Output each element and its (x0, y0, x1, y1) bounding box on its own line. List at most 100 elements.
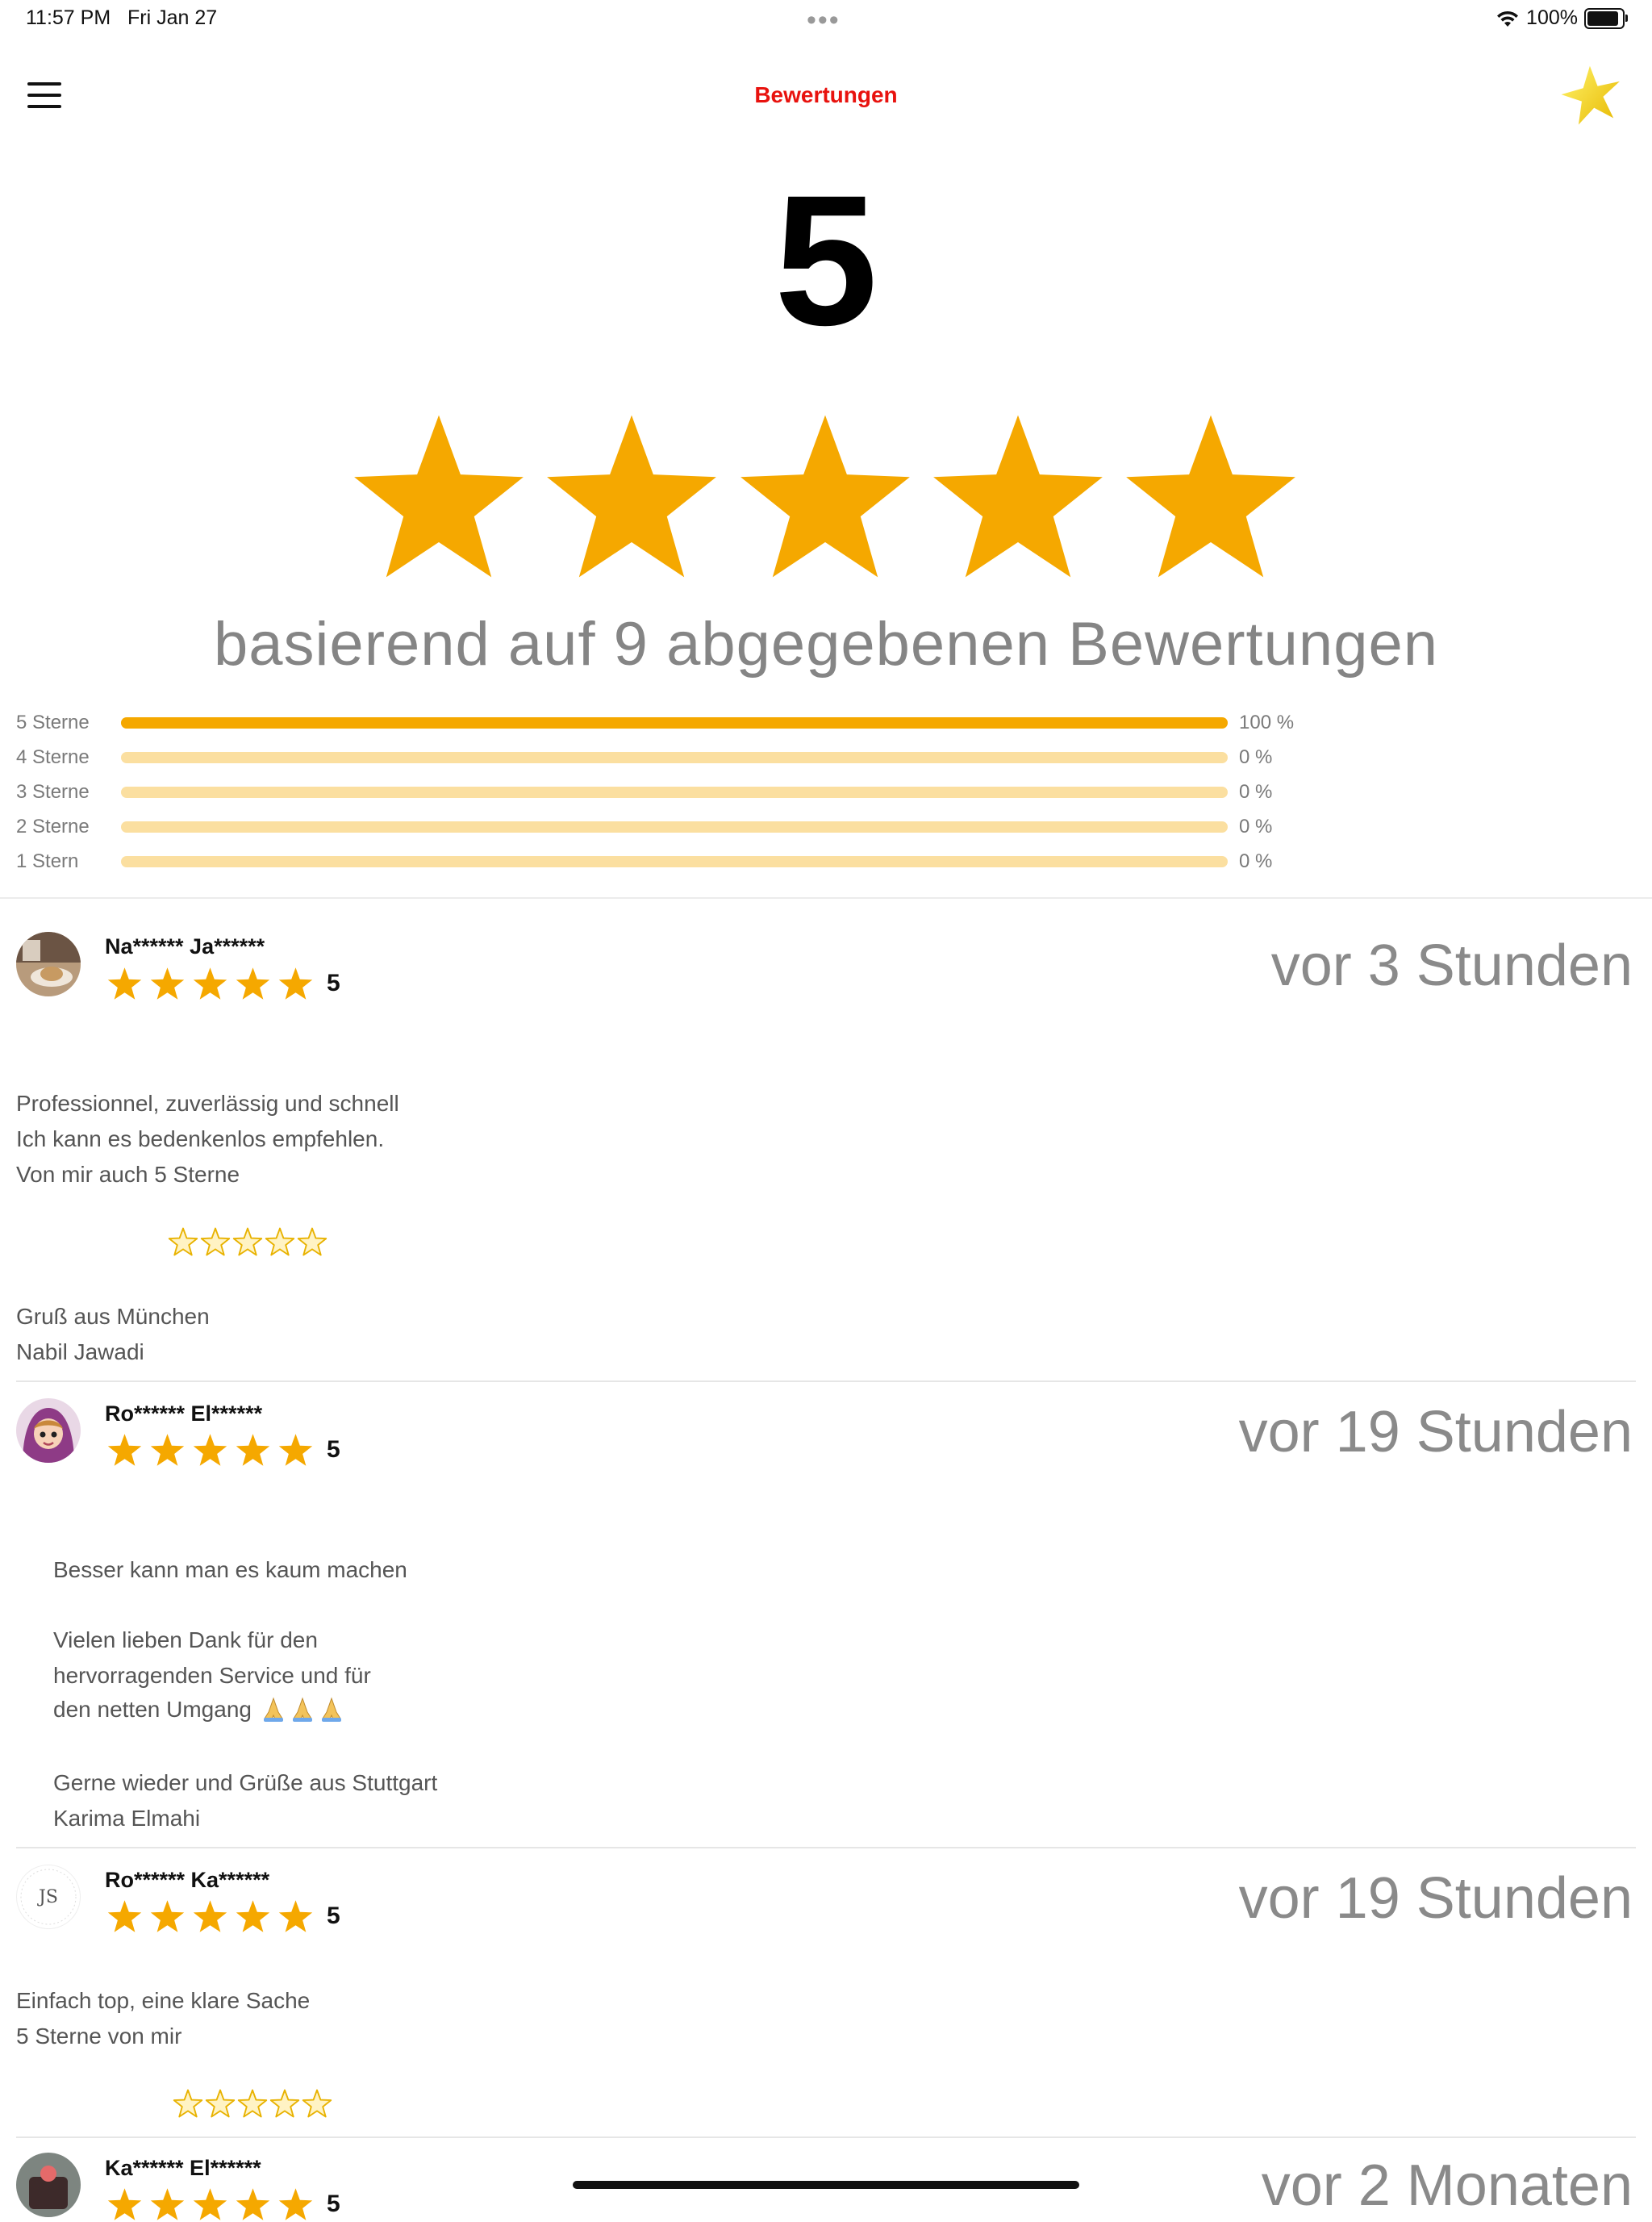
rating-bar-track (121, 787, 1228, 798)
folded-hands-icon (292, 1697, 312, 1722)
outline-stars-emoji (173, 2089, 332, 2118)
home-indicator[interactable] (573, 2181, 1079, 2189)
rating-bar-percent: 0 % (1239, 816, 1273, 837)
outline-stars-emoji (168, 1227, 327, 1256)
rating-bar-row: 5 Sterne 100 % (16, 711, 1323, 735)
star-icon (150, 2188, 185, 2220)
star-icon (150, 967, 185, 1000)
folded-hands-icon (260, 1696, 345, 1723)
review-rating: 5 (327, 1902, 340, 1929)
star-icon (205, 2089, 236, 2118)
cake-avatar[interactable] (16, 2153, 81, 2217)
review-text: Einfach top, eine klare Sache 5 Sterne v… (16, 1988, 311, 2049)
battery-percent: 100% (1526, 6, 1578, 29)
reviewer-name: Ka****** El****** (105, 2156, 261, 2180)
star-icon (236, 2188, 270, 2220)
star-icon (297, 1227, 327, 1256)
review-stars: 5 (106, 966, 340, 1001)
star-icon (193, 1900, 227, 1932)
star-icon (107, 1434, 142, 1466)
star-icon (193, 1434, 227, 1466)
star-icon (107, 2188, 142, 2220)
review-stars: 5 (106, 2186, 340, 2222)
review-time: vor 19 Stunden (1238, 1866, 1633, 1931)
review-signature: Gerne wieder und Grüße aus Stuttgart Kar… (53, 1770, 438, 1831)
star-icon (232, 1227, 263, 1256)
rating-bar-track (121, 856, 1228, 867)
star-icon (932, 415, 1103, 578)
multitasking-dots-icon[interactable]: ••• (807, 5, 841, 36)
review-text: den netten Umgang (53, 1697, 252, 1722)
star-icon (278, 967, 313, 1000)
rating-bar-track (121, 752, 1228, 763)
status-time: 11:57 PM Fri Jan 27 (26, 6, 218, 29)
review-separator (16, 1847, 1636, 1848)
review-separator (16, 1380, 1636, 1382)
review-rating: 5 (327, 2191, 340, 2217)
review-time: vor 2 Monaten (1261, 2153, 1633, 2218)
svg-text:JS: JS (37, 1887, 58, 1907)
wifi-icon (1497, 10, 1519, 27)
star-icon (200, 1227, 231, 1256)
rating-bar-fill (121, 717, 1228, 729)
review-separator (16, 2136, 1636, 2138)
rating-bar-percent: 100 % (1239, 712, 1295, 733)
review-time: vor 19 Stunden (1238, 1400, 1633, 1464)
review-time: vor 3 Stunden (1270, 933, 1633, 998)
page-title: Bewertungen (754, 82, 898, 107)
folded-hands-icon (263, 1697, 283, 1722)
star-icon (278, 1434, 313, 1466)
star-logo-icon[interactable] (1557, 63, 1625, 127)
review-signature: Gruß aus München Nabil Jawadi (16, 1304, 210, 1364)
rating-bar-track (121, 717, 1228, 729)
star-icon (265, 1227, 295, 1256)
reviewer-name: Ro****** Ka****** (105, 1868, 270, 1892)
star-icon (107, 967, 142, 1000)
review-rating: 5 (327, 970, 340, 996)
rating-bar-percent: 0 % (1239, 781, 1273, 803)
star-icon (236, 1434, 270, 1466)
cartoon-avatar[interactable] (16, 1398, 81, 1463)
rating-bar-percent: 0 % (1239, 850, 1273, 872)
folded-hands-icon (321, 1697, 341, 1722)
star-icon (740, 415, 910, 578)
review-stars: 5 (106, 1898, 340, 1934)
reviewer-name: Ro****** El****** (105, 1401, 263, 1426)
star-icon (269, 2089, 300, 2118)
rating-bar-row: 4 Sterne 0 % (16, 746, 1323, 770)
star-icon (150, 1434, 185, 1466)
star-icon (237, 2089, 268, 2118)
star-icon (168, 1227, 198, 1256)
star-icon (193, 2188, 227, 2220)
star-icon (1126, 415, 1295, 578)
rating-bar-row: 2 Sterne 0 % (16, 815, 1323, 839)
review-text: Besser kann man es kaum machen (53, 1557, 407, 1582)
rating-count-text: basierend auf 9 abgegebenen Bewertungen (214, 610, 1438, 679)
reviewer-name: Na****** Ja****** (105, 934, 265, 959)
review-text: Professionnel, zuverlässig und schnell I… (16, 1091, 399, 1187)
star-icon (193, 967, 227, 1000)
summary-divider (0, 897, 1652, 899)
battery-icon (1584, 7, 1628, 29)
star-icon (547, 415, 717, 578)
rating-bar-row: 1 Stern 0 % (16, 850, 1323, 874)
rating-bar-label: 2 Sterne (16, 816, 90, 837)
rating-bar-track (121, 821, 1228, 833)
rating-bar-label: 1 Stern (16, 850, 79, 872)
star-icon (302, 2089, 332, 2118)
average-stars (347, 407, 1303, 589)
rating-bar-label: 3 Sterne (16, 781, 90, 803)
photo-avatar[interactable] (16, 932, 81, 996)
rating-bar-percent: 0 % (1239, 746, 1273, 768)
star-icon (107, 1900, 142, 1932)
star-icon (150, 1900, 185, 1932)
review-stars: 5 (106, 1432, 340, 1468)
monogram-avatar[interactable]: JS (16, 1865, 81, 1929)
star-icon (278, 2188, 313, 2220)
rating-bar-label: 4 Sterne (16, 746, 90, 768)
average-score: 5 (774, 157, 878, 364)
status-right: 100% (1496, 6, 1628, 30)
rating-bar-row: 3 Sterne 0 % (16, 780, 1323, 804)
star-icon (173, 2089, 203, 2118)
star-icon (236, 1900, 270, 1932)
